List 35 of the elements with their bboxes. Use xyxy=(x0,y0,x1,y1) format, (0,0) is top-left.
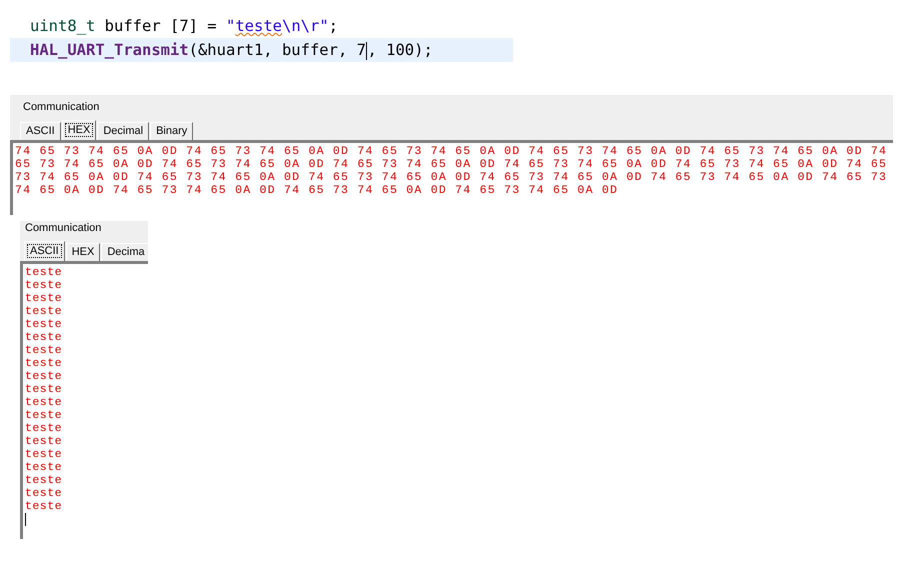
output-line: teste xyxy=(25,370,64,383)
output-line: teste xyxy=(25,357,64,370)
panel-title: Communication xyxy=(25,222,102,235)
output-line: 74 65 73 74 65 0A 0D 74 65 73 74 65 0A 0D 74 65 73 74 65 0A 0D 74 65 73 74 65 0A 0D 74 65 73 74 65 0A 0D 74 xyxy=(15,145,888,158)
code-line: uint8_t buffer [7] = "teste\n\r"; xyxy=(29,16,340,37)
tab[interactable]: Decimal xyxy=(97,122,150,140)
tab[interactable]: Decima xyxy=(101,243,148,261)
text-cursor xyxy=(366,42,368,60)
output-line: teste xyxy=(25,331,64,344)
output-line: teste xyxy=(25,266,64,279)
output-line: teste xyxy=(25,487,64,500)
output-line: teste xyxy=(25,279,64,292)
output-line: teste xyxy=(25,383,64,396)
output-line: teste xyxy=(25,422,64,435)
output-line: teste xyxy=(25,409,64,422)
tab[interactable]: HEX xyxy=(62,120,96,140)
output-line: 65 73 74 65 0A 0D 74 65 73 74 65 0A 0D 74 65 73 74 65 0A 0D 74 65 73 74 65 0A 0D 74 65 73 74 65 0A 0D 74 65 xyxy=(15,158,888,171)
output-line: teste xyxy=(25,474,64,487)
output-line: teste xyxy=(25,305,64,318)
output-line: teste xyxy=(25,344,64,357)
output-line: teste xyxy=(25,500,64,513)
output-line: 73 74 65 0A 0D 74 65 73 74 65 0A 0D 74 65 73 74 65 0A 0D 74 65 73 74 65 0A 0D 74 65 73 74 65 0A 0D 74 65 73 xyxy=(15,171,888,184)
output-line: teste xyxy=(25,435,64,448)
output-line: teste xyxy=(25,396,64,409)
output-line: 74 65 0A 0D 74 65 73 74 65 0A 0D 74 65 73 74 65 0A 0D 74 65 73 74 65 0A 0D xyxy=(15,184,620,197)
output-line: teste xyxy=(25,448,64,461)
output-textbox[interactable]: teste teste teste teste teste teste teste teste teste teste teste teste teste teste teste teste teste teste teste xyxy=(20,261,148,539)
output-line: teste xyxy=(25,461,64,474)
tab[interactable]: ASCII xyxy=(20,122,61,140)
panel-title: Communication xyxy=(23,101,100,114)
tab[interactable]: HEX xyxy=(66,243,100,261)
output-line: teste xyxy=(25,318,64,331)
output-line: teste xyxy=(25,292,64,305)
tab[interactable]: Binary xyxy=(150,122,194,140)
tab[interactable]: ASCII xyxy=(24,241,65,261)
